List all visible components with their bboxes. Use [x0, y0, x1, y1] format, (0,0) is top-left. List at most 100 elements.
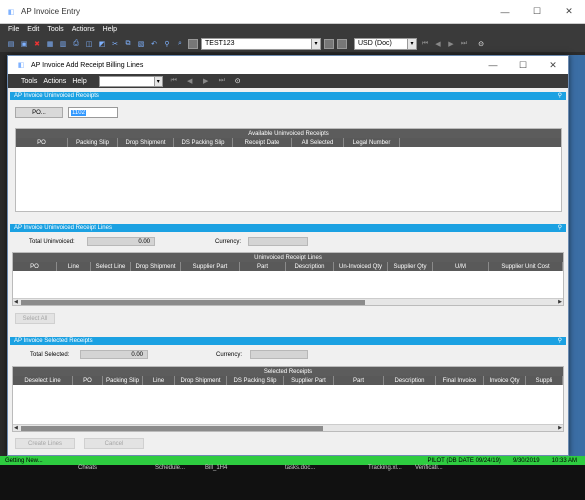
select-all-button[interactable]: Select All — [15, 313, 55, 324]
dialog-body: AP Invoice Uninvoiced Receipts ⚲ PO... 1… — [8, 88, 568, 455]
column-header[interactable]: Suppli — [526, 376, 563, 385]
column-header[interactable]: PO — [13, 262, 57, 271]
menu-file[interactable]: File — [8, 26, 19, 33]
column-header[interactable]: Packing Slip — [68, 138, 118, 147]
pin-icon[interactable]: ⚲ — [558, 224, 562, 231]
column-header[interactable]: Invoice Qty — [484, 376, 526, 385]
next-group-icon[interactable] — [337, 38, 347, 49]
cut-icon[interactable]: ✂ — [110, 39, 120, 49]
first-record-icon[interactable]: ⏮ — [169, 76, 179, 86]
dialog-menu-actions[interactable]: Actions — [43, 78, 66, 85]
column-header[interactable]: Part — [334, 376, 384, 385]
eraser-icon[interactable]: ◩ — [97, 39, 107, 49]
column-header[interactable]: Description — [286, 262, 334, 271]
dialog-select[interactable]: ▾ — [98, 75, 163, 87]
dialog-minimize-button[interactable]: — — [478, 56, 508, 74]
close-button[interactable]: ✕ — [553, 0, 585, 23]
menu-tools[interactable]: Tools — [47, 26, 63, 33]
taskbar-item[interactable]: Schedule... — [155, 465, 185, 471]
column-header[interactable]: DS Packing Slip — [227, 376, 284, 385]
po-button[interactable]: PO... — [15, 107, 63, 118]
maximize-button[interactable]: ☐ — [521, 0, 553, 23]
column-header[interactable]: Line — [57, 262, 91, 271]
scrollbar-thumb[interactable] — [21, 300, 365, 305]
paste-icon[interactable]: ▧ — [136, 39, 146, 49]
currency-select[interactable]: USD (Doc) ▾ — [354, 37, 417, 50]
horizontal-scrollbar[interactable]: ◀ ▶ — [13, 424, 563, 431]
column-header[interactable]: Final Invoice — [436, 376, 484, 385]
new-icon[interactable]: ▤ — [6, 39, 16, 49]
column-header[interactable]: U/M — [433, 262, 489, 271]
chevron-down-icon: ▾ — [407, 38, 416, 49]
column-header[interactable]: Line — [143, 376, 175, 385]
column-header[interactable]: Supplier Part — [284, 376, 334, 385]
copy-icon[interactable]: ⧉ — [123, 39, 133, 49]
dialog-close-button[interactable]: ✕ — [538, 56, 568, 74]
delete-icon[interactable]: ✖ — [32, 39, 42, 49]
undo-icon[interactable]: ↶ — [149, 39, 159, 49]
next-record-icon[interactable]: ▶ — [446, 39, 456, 49]
refresh-icon[interactable]: ⊙ — [233, 76, 243, 86]
minimize-button[interactable]: — — [489, 0, 521, 23]
column-header[interactable]: Deselect Line — [13, 376, 73, 385]
print-icon[interactable]: ⎙ — [71, 39, 81, 49]
clear-icon[interactable]: ◫ — [84, 39, 94, 49]
dialog-maximize-button[interactable]: ☐ — [508, 56, 538, 74]
create-lines-button[interactable]: Create Lines — [15, 438, 75, 449]
scroll-left-icon[interactable]: ◀ — [14, 425, 18, 431]
column-header[interactable]: Drop Shipment — [175, 376, 227, 385]
column-header[interactable]: Receipt Date — [233, 138, 292, 147]
cancel-button[interactable]: Cancel — [84, 438, 144, 449]
column-header[interactable]: PO — [16, 138, 68, 147]
taskbar-item[interactable]: tasks.doc... — [285, 465, 315, 471]
last-record-icon[interactable]: ⏭ — [217, 76, 227, 86]
binoculars-icon[interactable]: ⌕ — [175, 39, 185, 49]
save-icon[interactable]: ▣ — [19, 39, 29, 49]
group-key-icon[interactable] — [188, 38, 198, 49]
scroll-right-icon[interactable]: ▶ — [558, 425, 562, 431]
column-header[interactable]: Un-Invoiced Qty — [334, 262, 388, 271]
search-icon[interactable]: ⚲ — [162, 39, 172, 49]
column-header[interactable]: Packing Slip — [103, 376, 143, 385]
open-icon[interactable]: ▦ — [45, 39, 55, 49]
taskbar-item[interactable]: Verificati... — [415, 465, 443, 471]
attach-icon[interactable]: ▥ — [58, 39, 68, 49]
menu-actions[interactable]: Actions — [72, 26, 95, 33]
pin-icon[interactable]: ⚲ — [558, 92, 562, 99]
column-header[interactable]: DS Packing Slip — [174, 138, 233, 147]
scroll-left-icon[interactable]: ◀ — [14, 299, 18, 305]
scrollbar-thumb[interactable] — [21, 426, 323, 431]
menu-help[interactable]: Help — [103, 26, 117, 33]
column-header[interactable]: Supplier Part — [181, 262, 240, 271]
scroll-right-icon[interactable]: ▶ — [558, 299, 562, 305]
column-header[interactable]: Supplier Unit Cost — [489, 262, 563, 271]
column-header[interactable]: Drop Shipment — [131, 262, 181, 271]
horizontal-scrollbar[interactable]: ◀ ▶ — [13, 298, 563, 305]
column-header[interactable]: Drop Shipment — [118, 138, 174, 147]
pin-icon[interactable]: ⚲ — [558, 337, 562, 344]
column-header[interactable]: Select Line — [91, 262, 131, 271]
dialog-menu-help[interactable]: Help — [72, 78, 86, 85]
menu-edit[interactable]: Edit — [27, 26, 39, 33]
taskbar-item[interactable]: Tracking.xl... — [368, 465, 402, 471]
next-record-icon[interactable]: ▶ — [201, 76, 211, 86]
taskbar-item[interactable]: Cheats — [78, 465, 97, 471]
column-header[interactable]: PO — [73, 376, 103, 385]
group-select[interactable]: TEST123 ▾ — [201, 37, 321, 50]
taskbar-item[interactable]: Bill_1H4 — [205, 465, 227, 471]
prev-record-icon[interactable]: ◀ — [433, 39, 443, 49]
column-header[interactable]: All Selected — [292, 138, 344, 147]
refresh-icon[interactable]: ⊙ — [476, 39, 486, 49]
prev-record-icon[interactable]: ◀ — [185, 76, 195, 86]
last-record-icon[interactable]: ⏭ — [459, 39, 469, 49]
column-header[interactable]: Description — [384, 376, 436, 385]
first-record-icon[interactable]: ⏮ — [420, 39, 430, 49]
dialog-menu-tools[interactable]: Tools — [21, 78, 37, 85]
status-message: Getting New... — [5, 457, 43, 464]
po-input[interactable]: 1102 — [68, 107, 118, 118]
prev-group-icon[interactable] — [324, 38, 334, 49]
column-header[interactable]: Legal Number — [344, 138, 400, 147]
column-header[interactable]: Supplier Qty — [388, 262, 433, 271]
section-title: AP Invoice Selected Receipts — [14, 338, 93, 344]
column-header[interactable]: Part — [240, 262, 286, 271]
